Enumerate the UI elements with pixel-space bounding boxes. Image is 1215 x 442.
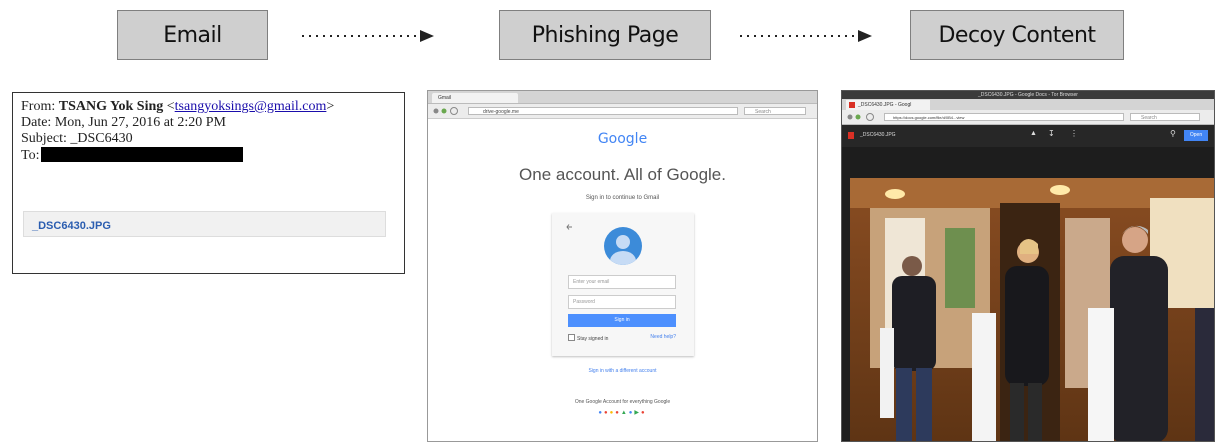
to-label: To: <box>21 148 40 163</box>
footer-text: One Google Account for everything Google <box>574 399 671 405</box>
flow-arrow-1 <box>302 30 434 42</box>
stage-phishing-label: Phishing Page <box>531 22 679 48</box>
tab-title: Gmail <box>438 95 452 101</box>
google-logo: Google <box>428 131 817 147</box>
decoy-tab-title: _DSC6430.JPG - Googl <box>858 102 912 108</box>
stay-signed-in-checkbox[interactable] <box>568 334 575 341</box>
stage-decoy-label: Decoy Content <box>938 22 1096 48</box>
redacted-recipient <box>41 147 244 162</box>
back-arrow-icon[interactable] <box>566 223 574 231</box>
different-account-link[interactable]: Sign in with a different account <box>428 368 817 374</box>
file-type-icon <box>848 132 854 139</box>
viewer-bar: _DSC6430.JPG ▲ ↧ ⋮ ⚲ Open <box>842 125 1214 147</box>
avatar-icon <box>604 227 642 265</box>
stage-email-label: Email <box>163 22 222 48</box>
drive-icon[interactable]: ▲ <box>1030 130 1037 137</box>
phishing-browser: Gmail drive-google.me Search Google One … <box>427 90 818 442</box>
email-date: Date: Mon, Jun 27, 2016 at 2:20 PM <box>21 115 226 130</box>
need-help-link[interactable]: Need help? <box>650 334 676 340</box>
download-icon[interactable]: ↧ <box>1048 129 1055 138</box>
email-subject: Subject: _DSC6430 <box>21 131 133 146</box>
google-logo-text: Google <box>597 131 648 147</box>
nav-buttons-icon[interactable] <box>432 106 462 116</box>
decoy-address-bar[interactable]: https://docs.google.com/file/d/0B4...vie… <box>884 113 1124 121</box>
email-panel: From: TSANG Yok Sing <tsangyoksings@gmai… <box>12 92 405 274</box>
viewer-file-name: _DSC6430.JPG <box>860 132 896 138</box>
google-apps-icons: ●●●●▲●▶● <box>598 410 647 416</box>
password-field[interactable]: Password <box>568 295 676 309</box>
search-bar[interactable]: Search <box>744 107 806 115</box>
stay-signed-in[interactable]: Stay signed in <box>568 334 608 342</box>
email-field[interactable]: Enter your email <box>568 275 676 289</box>
decoy-search-bar[interactable]: Search <box>1130 113 1200 121</box>
docs-favicon-icon <box>849 102 855 108</box>
search-icon[interactable]: ⚲ <box>1170 129 1176 138</box>
address-bar[interactable]: drive-google.me <box>468 107 738 115</box>
from-label: From: <box>21 99 56 114</box>
flow-arrow-2 <box>740 30 872 42</box>
decoy-tab[interactable]: _DSC6430.JPG - Googl <box>846 100 930 110</box>
email-to-line: To: <box>21 147 396 164</box>
stage-phishing-box: Phishing Page <box>499 10 711 60</box>
decoy-toolbar: https://docs.google.com/file/d/0B4...vie… <box>842 110 1214 125</box>
window-title: _DSC6430.JPG - Google Docs - Tor Browser <box>842 91 1214 99</box>
stay-signed-in-label: Stay signed in <box>577 336 609 342</box>
decoy-tabbar: _DSC6430.JPG - Googl <box>842 99 1214 110</box>
browser-toolbar: drive-google.me Search <box>428 104 817 119</box>
stage-email-box: Email <box>117 10 268 60</box>
browser-tabbar: Gmail <box>428 91 817 104</box>
sender-email-link[interactable]: tsangyoksings@gmail.com <box>175 99 327 114</box>
open-button[interactable]: Open <box>1184 130 1208 141</box>
email-from-line: From: TSANG Yok Sing <tsangyoksings@gmai… <box>21 99 335 114</box>
stage-decoy-box: Decoy Content <box>910 10 1124 60</box>
headline: One account. All of Google. <box>519 165 726 184</box>
decoy-browser: _DSC6430.JPG - Google Docs - Tor Browser… <box>841 90 1215 442</box>
signin-button[interactable]: Sign in <box>568 314 676 327</box>
attachment-link[interactable]: _DSC6430.JPG <box>23 211 386 237</box>
decoy-photo <box>850 178 1214 441</box>
subtitle: Sign in to continue to Gmail <box>585 195 660 201</box>
signin-card: Enter your email Password Sign in Stay s… <box>552 213 694 356</box>
sender-name: TSANG Yok Sing <box>58 99 164 114</box>
decoy-nav-buttons-icon[interactable] <box>846 112 880 122</box>
browser-tab[interactable]: Gmail <box>432 93 518 103</box>
more-icon[interactable]: ⋮ <box>1070 129 1078 138</box>
